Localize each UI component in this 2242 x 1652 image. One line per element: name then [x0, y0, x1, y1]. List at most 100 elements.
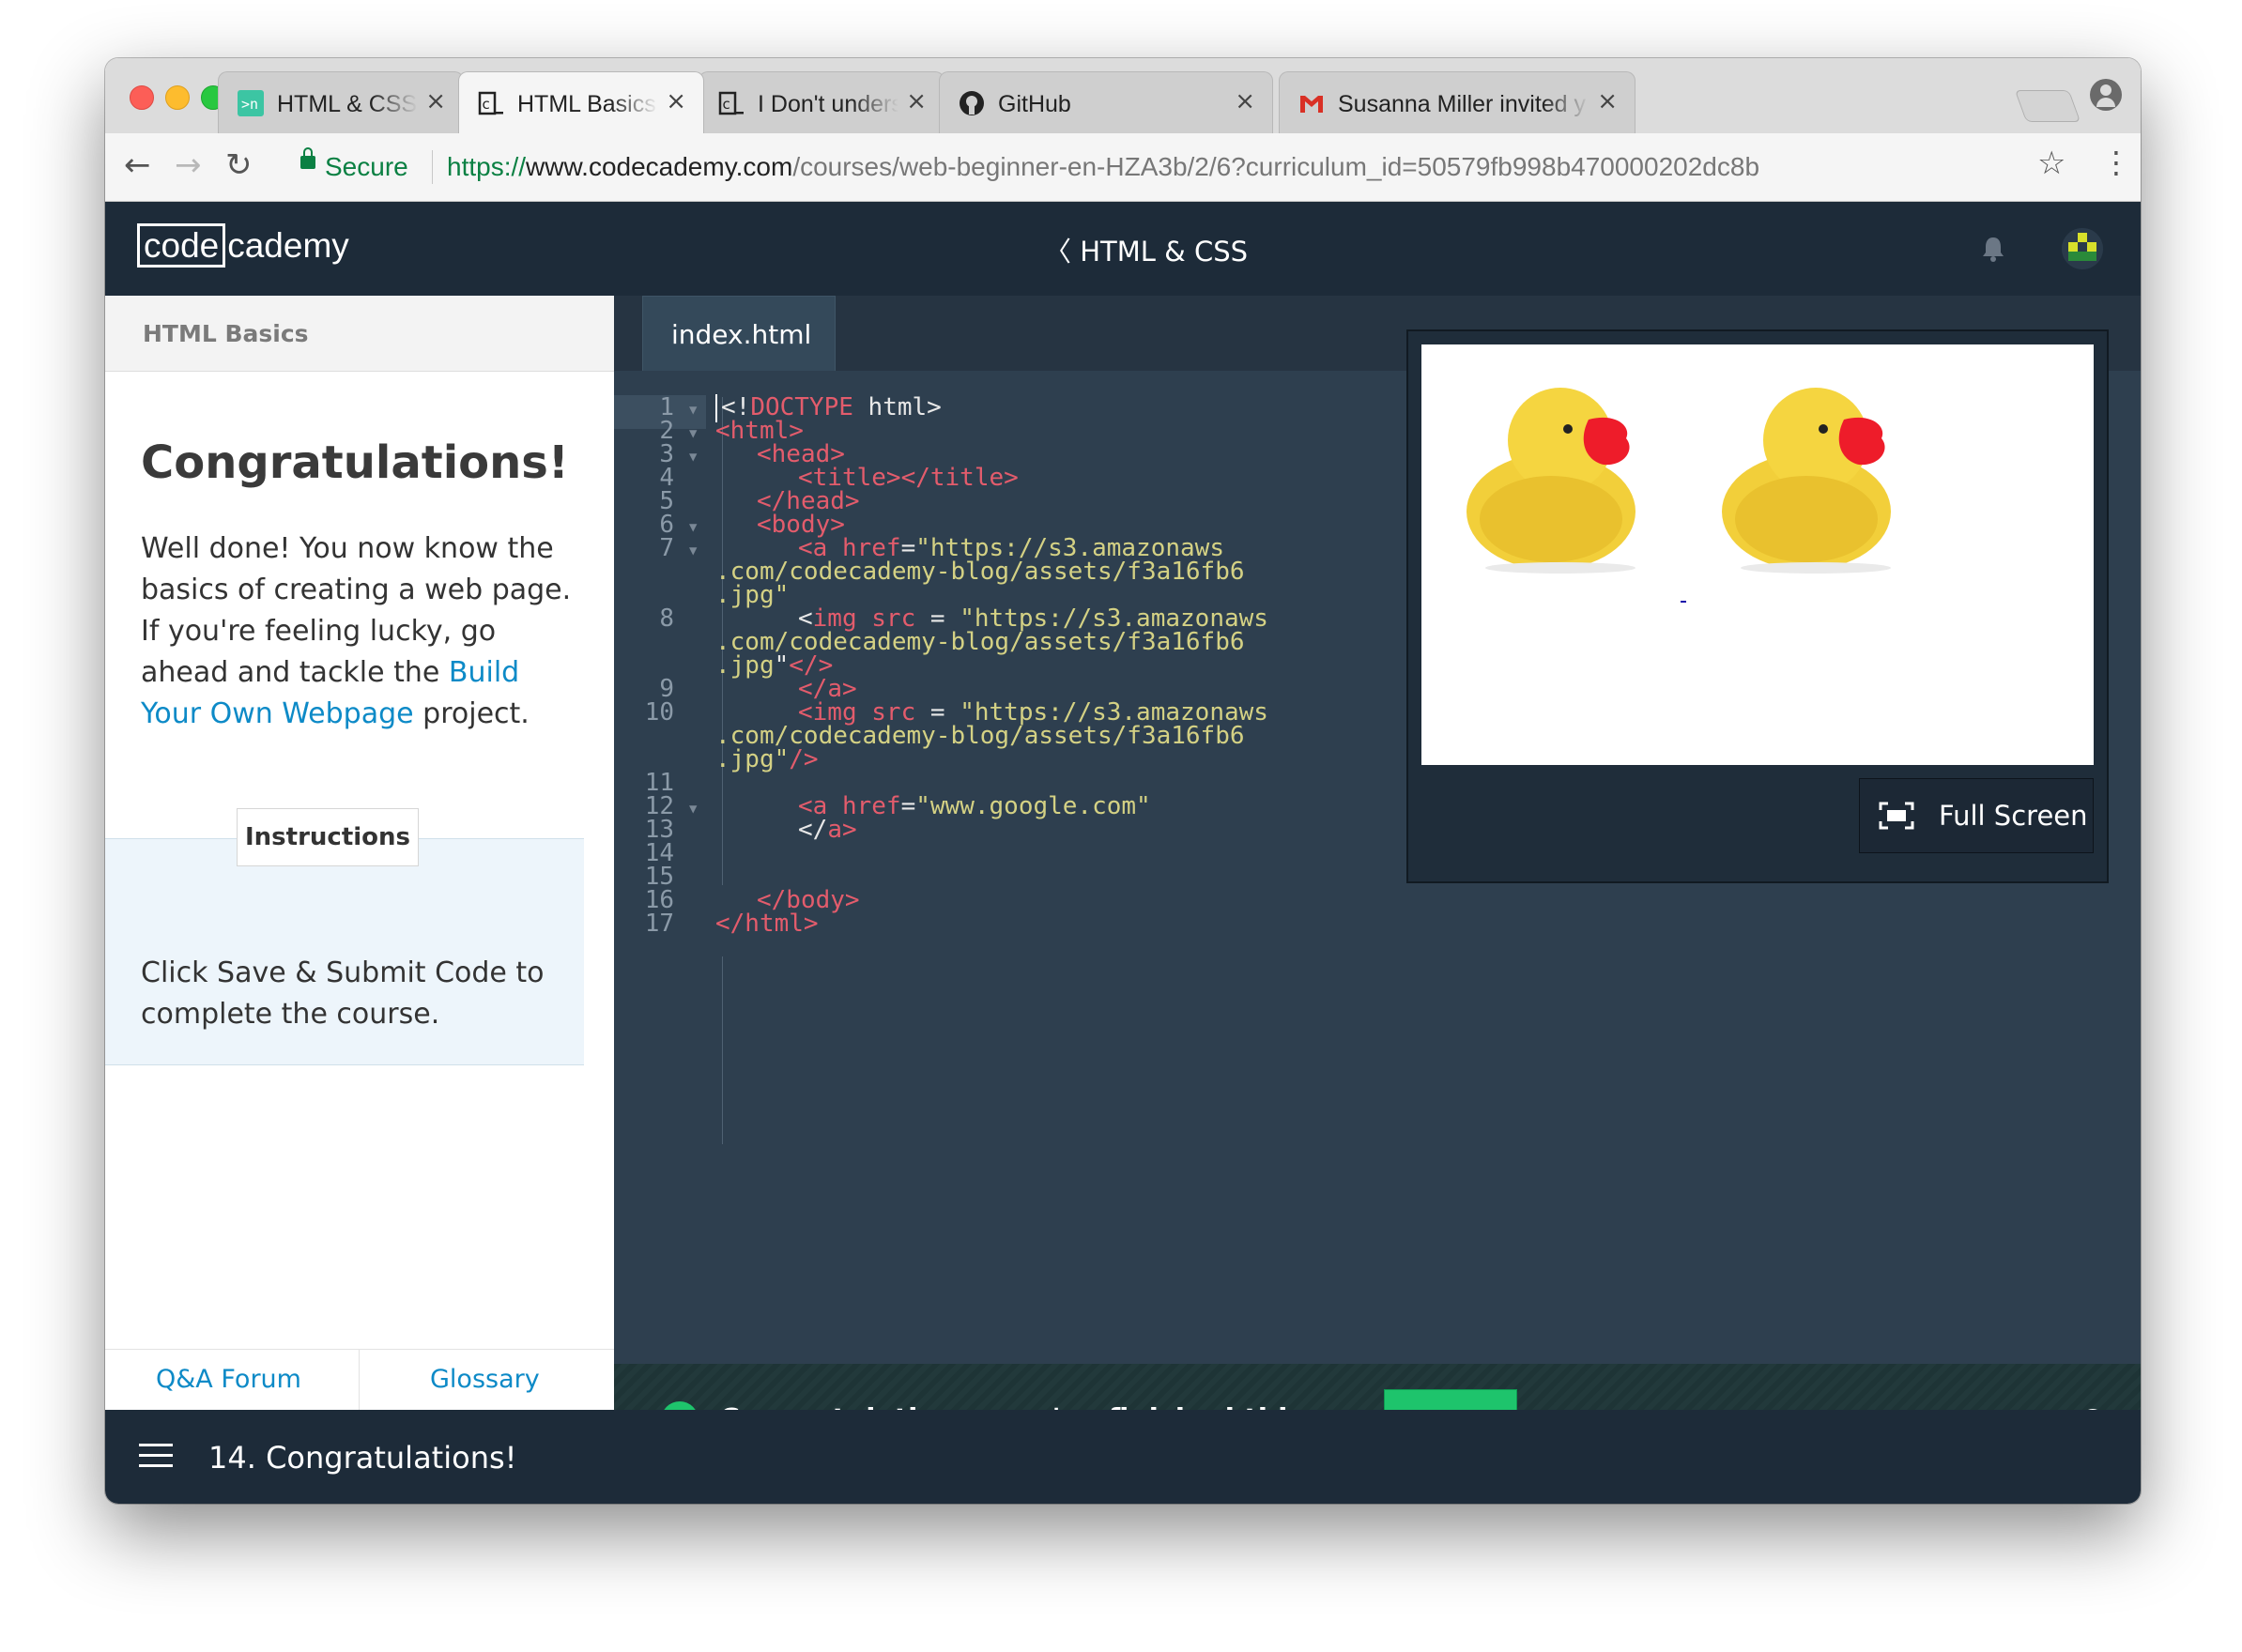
fold-arrow-icon[interactable]: ▼ [689, 520, 697, 535]
course-title-link[interactable]: 〈 HTML & CSS [1044, 230, 1248, 269]
line-number: 8 [659, 604, 674, 633]
footer-divider [359, 1350, 360, 1411]
tab-forum-question[interactable]: c I Don't understand my r × [699, 71, 944, 133]
svg-text:c: c [483, 96, 490, 113]
tab-title: Susanna Miller invited y [1338, 91, 1589, 118]
tab-title: HTML Basics | Codecad [517, 91, 658, 118]
rubber-duck-image [1467, 388, 1635, 574]
preview-pane: Full Screen [1406, 329, 2109, 883]
course-favicon-icon: >n [238, 90, 264, 116]
url-path: /courses/web-beginner-en-HZA3b/2/6?curri… [792, 152, 1760, 181]
glossary-link[interactable]: Glossary [430, 1365, 540, 1394]
codecademy-favicon-icon: c [478, 91, 503, 115]
bookmark-star-icon[interactable]: ☆ [2037, 145, 2065, 182]
browser-window: >n HTML & CSS basics | N × c HTML Basics… [105, 58, 2141, 1504]
fold-arrow-icon[interactable]: ▼ [689, 403, 697, 418]
codecademy-header: code cademy 〈 HTML & CSS [105, 202, 2141, 296]
tab-close-icon[interactable]: × [1597, 87, 1618, 115]
line-number: 7 [659, 534, 674, 562]
secure-label: Secure [325, 152, 408, 181]
code-editor: index.html 1 ▼ <!DOCTYPE html> 2 ▼ <html… [614, 296, 2141, 1471]
menu-hamburger-icon[interactable] [139, 1444, 173, 1468]
browser-profile-icon[interactable] [2090, 79, 2122, 111]
logo-rest-text: cademy [227, 226, 349, 265]
code-text: .com/codecademy-blog/assets/f3a16fb6 [715, 558, 1245, 586]
tab-html-css-basics[interactable]: >n HTML & CSS basics | N × [218, 71, 464, 133]
github-favicon-icon [960, 91, 984, 115]
fold-arrow-icon[interactable]: ▼ [689, 450, 697, 465]
fold-arrow-icon[interactable]: ▼ [689, 543, 697, 558]
lesson-section-title: HTML Basics [143, 320, 309, 347]
tab-gmail[interactable]: Susanna Miller invited y × [1279, 71, 1635, 133]
qa-forum-link[interactable]: Q&A Forum [156, 1365, 301, 1394]
lesson-section-header: HTML Basics [105, 296, 614, 372]
tab-close-icon[interactable]: × [666, 87, 686, 115]
indent-guide [722, 956, 723, 1144]
address-bar[interactable]: Secure https://www.codecademy.com/course… [285, 143, 2050, 191]
file-tab-label: index.html [671, 319, 812, 350]
tab-close-icon[interactable]: × [906, 87, 927, 115]
lesson-body-text-end: project. [413, 697, 530, 730]
logo-boxed-text: code [137, 223, 226, 268]
tab-close-icon[interactable]: × [1235, 87, 1255, 115]
reload-icon[interactable]: ↻ [225, 146, 253, 184]
lock-icon [300, 147, 315, 169]
gmail-favicon-icon [1300, 96, 1323, 113]
url-text[interactable]: https://www.codecademy.com/courses/web-b… [447, 152, 1759, 182]
tab-github[interactable]: GitHub × [939, 71, 1273, 133]
address-divider [432, 150, 433, 184]
code-token: .jpg" [715, 745, 790, 773]
fold-arrow-icon[interactable]: ▼ [689, 426, 697, 441]
code-text: .jpg" [715, 581, 790, 609]
code-token: a> [827, 816, 857, 844]
code-token: = [900, 792, 916, 820]
url-scheme: https:// [447, 152, 527, 181]
code-text: .jpg"/> [715, 745, 819, 773]
file-tab-index-html[interactable]: index.html [642, 296, 836, 371]
window-minimize-button[interactable] [165, 85, 190, 110]
instructions-tab[interactable]: Instructions [237, 808, 419, 866]
rubber-duck-image [1722, 388, 1891, 574]
new-tab-button[interactable] [2014, 90, 2081, 122]
code-token: " [774, 651, 790, 680]
tab-title: GitHub [998, 91, 1227, 118]
svg-text:>n: >n [241, 96, 258, 113]
line-number: 10 [644, 698, 674, 727]
tab-title: HTML & CSS basics | N [277, 91, 418, 118]
notification-bell-icon[interactable] [1981, 236, 2005, 262]
full-screen-label: Full Screen [1939, 800, 2088, 832]
tab-strip: >n HTML & CSS basics | N × c HTML Basics… [105, 58, 2141, 133]
preview-content [1467, 388, 1891, 603]
code-token: .jpg [715, 651, 775, 680]
lesson-title: Congratulations! [141, 436, 569, 489]
full-screen-button[interactable]: Full Screen [1859, 778, 2094, 853]
tab-title: I Don't understand my r [758, 91, 898, 118]
browser-toolbar: ← → ↻ Secure https://www.codecademy.com/… [105, 133, 2141, 202]
forward-arrow-icon[interactable]: → [175, 146, 202, 184]
code-token: html> [852, 393, 942, 421]
svg-text:c: c [723, 96, 730, 113]
codecademy-logo[interactable]: code cademy [137, 223, 349, 268]
back-arrow-icon[interactable]: ← [124, 146, 151, 184]
preview-screen[interactable] [1421, 344, 2094, 765]
lesson-body: Well done! You now know the basics of cr… [141, 528, 582, 735]
window-close-button[interactable] [130, 85, 154, 110]
instructions-text: Click Save & Submit Code to complete the… [141, 956, 545, 1031]
current-lesson-name: 14. Congratulations! [208, 1440, 517, 1476]
code-text: </html> [715, 910, 819, 938]
code-token: </ [798, 816, 828, 844]
code-text: </a> [798, 816, 857, 844]
fold-arrow-icon[interactable]: ▼ [689, 802, 697, 817]
tab-close-icon[interactable]: × [425, 87, 446, 115]
browser-menu-icon[interactable]: ⋮ [2101, 145, 2131, 180]
codecademy-favicon-icon: c [718, 91, 744, 115]
lesson-footer: Q&A Forum Glossary [105, 1349, 614, 1411]
code-token: "www.google.com" [915, 792, 1151, 820]
url-host: www.codecademy.com [526, 152, 793, 181]
user-avatar-icon[interactable] [2062, 228, 2103, 269]
lesson-pane: HTML Basics Congratulations! Well done! … [105, 296, 615, 1411]
line-number: 17 [644, 910, 674, 938]
fullscreen-icon [1879, 802, 1914, 830]
code-token: /> [789, 745, 819, 773]
tab-html-basics-codecademy[interactable]: c HTML Basics | Codecad × [458, 71, 704, 133]
